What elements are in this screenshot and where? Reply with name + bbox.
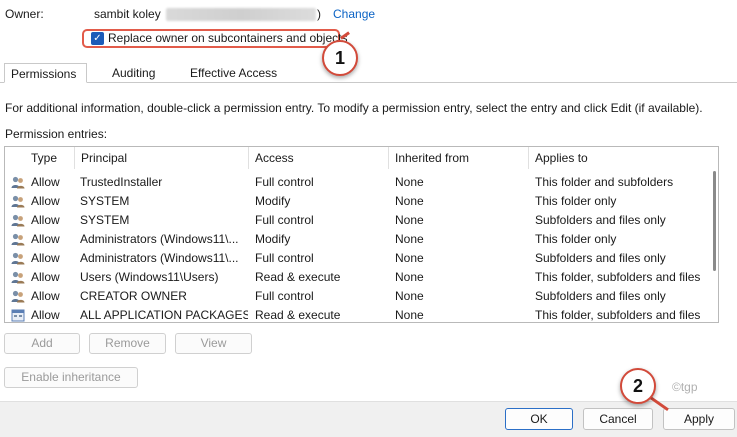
owner-redacted-text	[166, 8, 316, 21]
users-icon	[8, 287, 26, 306]
row-type: Allow	[31, 194, 60, 208]
tab-auditing[interactable]: Auditing	[106, 63, 176, 83]
row-inherited-from: None	[395, 232, 424, 246]
row-access: Modify	[255, 232, 291, 246]
row-principal: Administrators (Windows11\...	[80, 232, 239, 246]
app-packages-icon	[8, 306, 26, 322]
row-access: Full control	[255, 175, 314, 189]
column-header-type[interactable]: Type	[25, 147, 75, 169]
row-inherited-from: None	[395, 213, 424, 227]
permission-entries-label: Permission entries:	[5, 127, 108, 141]
owner-label: Owner:	[5, 7, 44, 21]
users-icon	[8, 173, 26, 192]
enable-inheritance-button[interactable]: Enable inheritance	[4, 367, 138, 388]
row-type: Allow	[31, 251, 60, 265]
column-header-inherited-from[interactable]: Inherited from	[389, 147, 529, 169]
info-text: For additional information, double-click…	[5, 101, 703, 115]
row-access: Read & execute	[255, 308, 341, 322]
row-access: Full control	[255, 213, 314, 227]
row-access: Modify	[255, 194, 291, 208]
table-row[interactable]: Allow Administrators (Windows11\... Full c…	[5, 249, 718, 268]
table-row[interactable]: Allow ALL APPLICATION PACKAGES Read & exec…	[5, 306, 718, 322]
row-principal: SYSTEM	[80, 194, 130, 208]
row-applies-to: This folder, subfolders and files	[535, 308, 701, 322]
apply-button[interactable]: Apply	[663, 408, 735, 430]
view-button[interactable]: View	[175, 333, 252, 354]
row-inherited-from: None	[395, 175, 424, 189]
change-owner-link[interactable]: Change	[333, 7, 375, 21]
users-icon	[8, 268, 26, 287]
replace-owner-label[interactable]: Replace owner on subcontainers and objec…	[108, 31, 347, 45]
row-inherited-from: None	[395, 194, 424, 208]
watermark: ©tgp	[672, 380, 698, 394]
row-applies-to: Subfolders and files only	[535, 251, 666, 265]
table-row[interactable]: Allow SYSTEM Modify None This folder only	[5, 192, 718, 211]
tab-effective-access[interactable]: Effective Access	[184, 63, 284, 83]
owner-name: sambit koley	[94, 7, 161, 21]
row-principal: SYSTEM	[80, 213, 130, 227]
row-type: Allow	[31, 213, 60, 227]
row-inherited-from: None	[395, 251, 424, 265]
table-row[interactable]: Allow Administrators (Windows11\... Modify…	[5, 230, 718, 249]
row-type: Allow	[31, 308, 60, 322]
row-type: Allow	[31, 175, 60, 189]
row-inherited-from: None	[395, 270, 424, 284]
cancel-button[interactable]: Cancel	[583, 408, 653, 430]
table-scroll-thumb[interactable]	[713, 171, 716, 271]
table-row[interactable]: Allow CREATOR OWNER Full control None Subfol…	[5, 287, 718, 306]
row-type: Allow	[31, 232, 60, 246]
column-header-access[interactable]: Access	[249, 147, 389, 169]
add-button[interactable]: Add	[4, 333, 80, 354]
row-inherited-from: None	[395, 289, 424, 303]
row-applies-to: This folder and subfolders	[535, 175, 674, 189]
row-applies-to: Subfolders and files only	[535, 213, 666, 227]
users-icon	[8, 249, 26, 268]
owner-paren: )	[317, 7, 321, 21]
row-type: Allow	[31, 289, 60, 303]
row-applies-to: Subfolders and files only	[535, 289, 666, 303]
replace-owner-checkbox[interactable]: ✓	[91, 32, 104, 45]
row-applies-to: This folder only	[535, 232, 617, 246]
users-icon	[8, 230, 26, 249]
callout-step-2: 2	[620, 368, 656, 404]
row-principal: Administrators (Windows11\...	[80, 251, 239, 265]
row-principal: Users (Windows11\Users)	[80, 270, 219, 284]
table-row[interactable]: Allow TrustedInstaller Full control None Thi…	[5, 173, 718, 192]
callout-step-1: 1	[322, 40, 358, 76]
row-access: Full control	[255, 251, 314, 265]
row-principal: TrustedInstaller	[80, 175, 163, 189]
row-type: Allow	[31, 270, 60, 284]
row-inherited-from: None	[395, 308, 424, 322]
row-access: Full control	[255, 289, 314, 303]
ok-button[interactable]: OK	[505, 408, 573, 430]
users-icon	[8, 211, 26, 230]
row-principal: ALL APPLICATION PACKAGES	[80, 308, 248, 322]
table-header: Type Principal Access Inherited from App…	[5, 147, 718, 169]
remove-button[interactable]: Remove	[89, 333, 166, 354]
column-header-principal[interactable]: Principal	[75, 147, 249, 169]
users-icon	[8, 192, 26, 211]
table-row[interactable]: Allow SYSTEM Full control None Subfolders an…	[5, 211, 718, 230]
tab-permissions[interactable]: Permissions	[4, 63, 87, 83]
permission-entries-table[interactable]: Type Principal Access Inherited from App…	[4, 146, 719, 323]
table-row[interactable]: Allow Users (Windows11\Users) Read & execu…	[5, 268, 718, 287]
row-applies-to: This folder only	[535, 194, 617, 208]
row-applies-to: This folder, subfolders and files	[535, 270, 701, 284]
column-header-applies-to[interactable]: Applies to	[529, 147, 714, 169]
row-principal: CREATOR OWNER	[80, 289, 187, 303]
row-access: Read & execute	[255, 270, 341, 284]
